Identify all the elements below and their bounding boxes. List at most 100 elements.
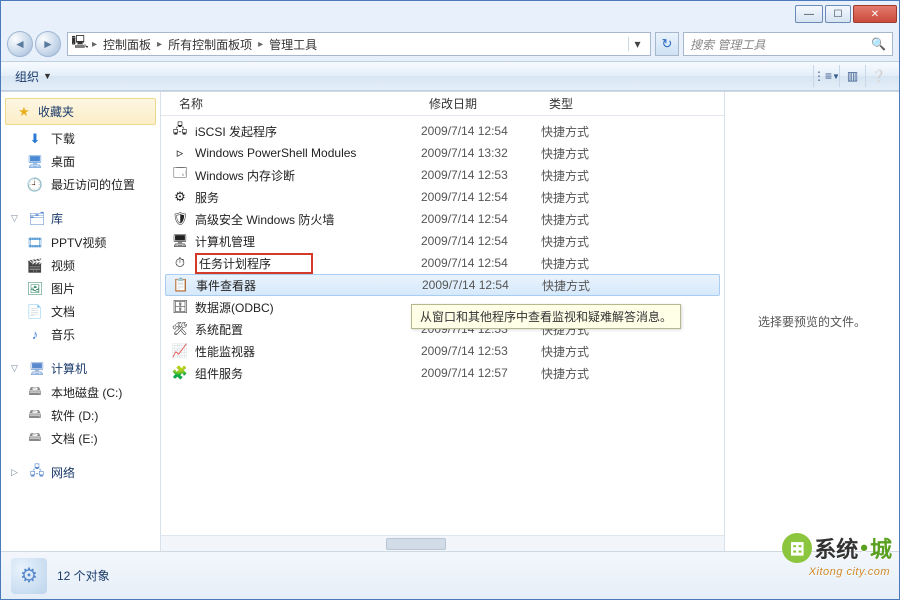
column-header-date[interactable]: 修改日期	[421, 91, 541, 116]
sidebar-item[interactable]: ⬇下载	[1, 127, 160, 150]
view-options-button[interactable]: ⋮≡ ▼	[813, 65, 839, 87]
tooltip: 从窗口和其他程序中查看监视和疑难解答消息。	[411, 304, 681, 329]
column-header-type[interactable]: 类型	[541, 91, 641, 116]
chevron-down-icon: ▼	[43, 71, 52, 81]
sidebar-item[interactable]: ♪音乐	[1, 323, 160, 346]
network-icon: 🖧	[29, 465, 45, 481]
file-row[interactable]: 📈性能监视器2009/7/14 12:53快捷方式	[161, 340, 724, 362]
file-name-cell: 组件服务	[195, 365, 421, 382]
file-icon: 📈	[171, 342, 189, 360]
file-row[interactable]: ⚙服务2009/7/14 12:54快捷方式	[161, 186, 724, 208]
watermark-dot: •	[860, 535, 868, 561]
file-date: 2009/7/14 12:54	[421, 124, 541, 138]
sidebar-item-label: PPTV视频	[51, 234, 106, 251]
file-icon: ▹	[171, 144, 189, 162]
file-date: 2009/7/14 12:53	[421, 168, 541, 182]
file-row[interactable]: ⏱任务计划程序2009/7/14 12:54快捷方式	[161, 252, 724, 274]
chevron-down-icon: ▽	[11, 213, 21, 224]
file-icon: 🗔	[171, 166, 189, 184]
file-date: 2009/7/14 12:54	[422, 278, 542, 292]
nav-buttons: ◄ ►	[7, 31, 63, 57]
explorer-window: — ☐ ✕ ◄ ► 🖳 ▸ 控制面板 ▸ 所有控制面板项 ▸ 管理工具 ▾ ↻ …	[0, 0, 900, 600]
file-name-cell: 服务	[195, 189, 421, 206]
file-icon: ⏱	[171, 254, 189, 272]
file-icon: 🛠	[171, 320, 189, 338]
minimize-button[interactable]: —	[795, 5, 823, 23]
file-row[interactable]: 🛡高级安全 Windows 防火墙2009/7/14 12:54快捷方式	[161, 208, 724, 230]
file-list[interactable]: 🖧iSCSI 发起程序2009/7/14 12:54快捷方式 ▹ Windows P…	[161, 116, 724, 535]
search-input[interactable]: 搜索 管理工具 🔍	[683, 32, 893, 56]
watermark-text: 城	[870, 532, 892, 564]
back-button[interactable]: ◄	[7, 31, 33, 57]
sidebar-item[interactable]: 🕘最近访问的位置	[1, 173, 160, 196]
watermark-logo-icon: ⊞	[782, 533, 812, 563]
file-type: 快捷方式	[541, 233, 641, 250]
scrollbar-thumb[interactable]	[386, 538, 446, 550]
preview-pane-button[interactable]: ▥	[839, 65, 865, 87]
chevron-right-icon: ▸	[92, 39, 97, 50]
file-row[interactable]: 🖥计算机管理2009/7/14 12:54快捷方式	[161, 230, 724, 252]
file-type: 快捷方式	[541, 343, 641, 360]
refresh-button[interactable]: ↻	[655, 32, 679, 56]
close-button[interactable]: ✕	[853, 5, 897, 23]
sidebar-group-libraries[interactable]: ▽ 🗂 库	[1, 206, 160, 231]
sidebar-item-label: 文档 (E:)	[51, 430, 98, 447]
breadcrumb[interactable]: 🖳 ▸ 控制面板 ▸ 所有控制面板项 ▸ 管理工具 ▾	[67, 32, 651, 56]
horizontal-scrollbar[interactable]	[161, 535, 724, 551]
file-date: 2009/7/14 12:53	[421, 344, 541, 358]
file-type: 快捷方式	[541, 123, 641, 140]
sidebar-group-network[interactable]: ▷ 🖧 网络	[1, 460, 160, 485]
search-icon: 🔍	[871, 37, 886, 51]
sidebar-item[interactable]: 🖴 本地磁盘 (C:)	[1, 381, 160, 404]
sidebar-item[interactable]: 🎬视频	[1, 254, 160, 277]
sidebar-item[interactable]: 🖴文档 (E:)	[1, 427, 160, 450]
file-name: 任务计划程序	[195, 253, 313, 274]
breadcrumb-label: 所有控制面板项	[168, 36, 252, 53]
forward-button[interactable]: ►	[35, 31, 61, 57]
computer-icon: 🖳	[72, 36, 88, 52]
sidebar-item[interactable]: 🖼图片	[1, 277, 160, 300]
sidebar: ★ 收藏夹 ⬇下载🖥桌面🕘最近访问的位置 ▽ 🗂 库 🎞PPTV视频🎬视频🖼图片…	[1, 92, 161, 551]
breadcrumb-item[interactable]: 管理工具	[267, 36, 319, 53]
sidebar-item-label: 桌面	[51, 153, 75, 170]
file-type: 快捷方式	[541, 145, 641, 162]
maximize-button[interactable]: ☐	[825, 5, 851, 23]
address-dropdown[interactable]: ▾	[628, 37, 646, 51]
chevron-right-icon: ▸	[157, 39, 162, 50]
breadcrumb-item[interactable]: 所有控制面板项	[166, 36, 254, 53]
sidebar-group-computer[interactable]: ▽ 🖥 计算机	[1, 356, 160, 381]
item-icon: 🖴	[27, 408, 43, 424]
file-row[interactable]: 🗔Windows 内存诊断2009/7/14 12:53快捷方式	[161, 164, 724, 186]
file-name-cell: Windows PowerShell Modules	[195, 146, 421, 160]
sidebar-item-label: 图片	[51, 280, 75, 297]
file-icon: 🖥	[171, 232, 189, 250]
file-row[interactable]: 🧩组件服务2009/7/14 12:57快捷方式	[161, 362, 724, 384]
column-header-name[interactable]: 名称	[171, 91, 421, 116]
file-icon: 🧩	[171, 364, 189, 382]
item-icon: 🖴	[27, 385, 43, 401]
sidebar-item[interactable]: 🖥桌面	[1, 150, 160, 173]
sidebar-item-label: 本地磁盘 (C:)	[51, 384, 122, 401]
file-date: 2009/7/14 12:54	[421, 256, 541, 270]
sidebar-item[interactable]: 🎞PPTV视频	[1, 231, 160, 254]
file-icon: ⚙	[171, 188, 189, 206]
sidebar-group-favorites[interactable]: ★ 收藏夹	[5, 98, 156, 125]
file-row[interactable]: 🖧iSCSI 发起程序2009/7/14 12:54快捷方式	[161, 120, 724, 142]
sidebar-item[interactable]: 🖴 软件 (D:)	[1, 404, 160, 427]
file-icon: 📋	[172, 276, 190, 294]
sidebar-item-label: 文档	[51, 303, 75, 320]
organize-menu[interactable]: 组织 ▼	[9, 66, 58, 87]
item-icon: 📄	[27, 304, 43, 320]
sidebar-item[interactable]: 📄 文档	[1, 300, 160, 323]
breadcrumb-item[interactable]: 控制面板	[101, 36, 153, 53]
sidebar-item-label: 软件 (D:)	[51, 407, 98, 424]
file-type: 快捷方式	[541, 189, 641, 206]
file-row[interactable]: ▹Windows PowerShell Modules2009/7/14 13:…	[161, 142, 724, 164]
sidebar-group-label: 收藏夹	[38, 103, 74, 120]
file-name-cell: iSCSI 发起程序	[195, 123, 421, 140]
file-row[interactable]: 📋事件查看器2009/7/14 12:54快捷方式	[165, 274, 720, 296]
titlebar: — ☐ ✕	[1, 1, 899, 27]
main-area: ★ 收藏夹 ⬇下载🖥桌面🕘最近访问的位置 ▽ 🗂 库 🎞PPTV视频🎬视频🖼图片…	[1, 91, 899, 551]
preview-pane: 选择要预览的文件。	[724, 92, 899, 551]
help-button[interactable]: ❔	[865, 65, 891, 87]
